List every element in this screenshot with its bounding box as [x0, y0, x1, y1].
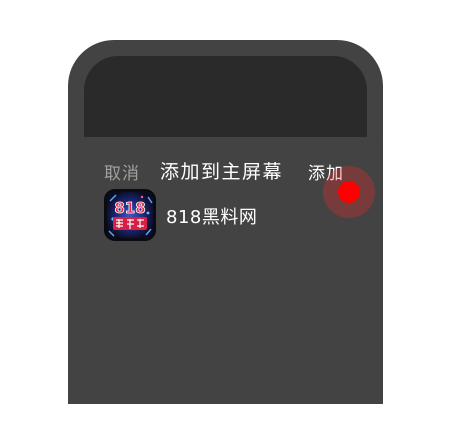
sheet-title: 添加到主屏幕: [160, 161, 284, 183]
svg-text:818: 818: [114, 199, 145, 217]
cancel-button[interactable]: 取消: [104, 159, 140, 184]
tap-indicator-dot: [338, 181, 360, 203]
tap-indicator: [323, 166, 375, 218]
app-logo-icon: 818: [104, 189, 156, 241]
app-preview-row: 818 818黑料网: [104, 189, 354, 241]
screen: 取消 添加到主屏幕 添加 818 818黑料网: [0, 0, 450, 445]
phone-frame: 取消 添加到主屏幕 添加 818 818黑料网: [68, 40, 383, 404]
app-name-label: 818黑料网: [166, 207, 258, 228]
